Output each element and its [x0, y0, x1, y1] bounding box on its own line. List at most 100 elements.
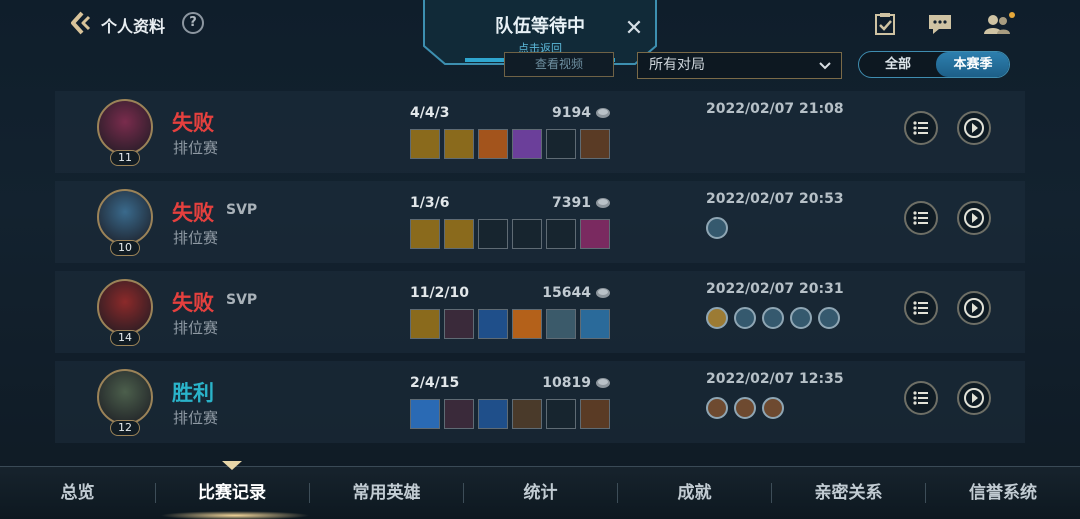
- list-icon: [913, 121, 928, 135]
- achievement-badge-icon[interactable]: [734, 307, 756, 329]
- item-slot[interactable]: [580, 219, 610, 249]
- tab-common-heroes[interactable]: 常用英雄: [310, 467, 463, 519]
- tab-match-history[interactable]: 比赛记录: [156, 467, 308, 519]
- achievement-badge-icon[interactable]: [706, 217, 728, 239]
- item-slot[interactable]: [444, 309, 474, 339]
- hero-avatar[interactable]: [97, 369, 153, 425]
- item-slot[interactable]: [410, 309, 440, 339]
- match-row[interactable]: 14 失败 SVP 排位赛 11/2/10 15644 2022/02/07 2…: [55, 271, 1025, 353]
- match-row[interactable]: 10 失败 SVP 排位赛 1/3/6 7391 2022/02/07 20:5…: [55, 181, 1025, 263]
- item-slot[interactable]: [478, 219, 508, 249]
- list-icon: [913, 301, 928, 315]
- tab-reputation[interactable]: 信誉系统: [926, 467, 1080, 519]
- kda: 2/4/15: [410, 375, 460, 391]
- item-slot[interactable]: [546, 399, 576, 429]
- tab-achievements[interactable]: 成就: [618, 467, 771, 519]
- item-slot[interactable]: [478, 129, 508, 159]
- achievement-badge-icon[interactable]: [762, 397, 784, 419]
- match-datetime: 2022/02/07 12:35: [706, 371, 844, 387]
- item-slot[interactable]: [444, 219, 474, 249]
- tab-all[interactable]: 全部: [859, 52, 937, 77]
- item-slot[interactable]: [580, 129, 610, 159]
- gold-amount: 7391: [552, 195, 591, 211]
- chevron-down-icon: [819, 62, 831, 70]
- item-slot[interactable]: [546, 309, 576, 339]
- close-icon[interactable]: ✕: [623, 18, 645, 40]
- match-datetime: 2022/02/07 20:31: [706, 281, 844, 297]
- hero-level: 10: [110, 240, 140, 256]
- replay-icon: [964, 388, 984, 408]
- details-button[interactable]: [904, 291, 938, 325]
- gold-coin-icon: [596, 378, 610, 388]
- match-row[interactable]: 12 胜利 排位赛 2/4/15 10819 2022/02/07 12:35: [55, 361, 1025, 443]
- match-result: 胜利: [172, 381, 214, 405]
- hero-level: 12: [110, 420, 140, 436]
- item-slot[interactable]: [478, 309, 508, 339]
- item-slot[interactable]: [512, 399, 542, 429]
- list-icon: [913, 211, 928, 225]
- item-slot[interactable]: [444, 399, 474, 429]
- match-row[interactable]: 11 失败 排位赛 4/4/3 9194 2022/02/07 21:08: [55, 91, 1025, 173]
- item-slot[interactable]: [512, 309, 542, 339]
- item-slot[interactable]: [580, 309, 610, 339]
- match-mode: 排位赛: [173, 409, 219, 427]
- item-slot[interactable]: [410, 129, 440, 159]
- item-slot[interactable]: [478, 399, 508, 429]
- kda: 1/3/6: [410, 195, 450, 211]
- replay-button[interactable]: [957, 201, 991, 235]
- match-datetime: 2022/02/07 21:08: [706, 101, 844, 117]
- dropdown-value: 所有对局: [649, 57, 705, 73]
- replay-button[interactable]: [957, 381, 991, 415]
- friends-icon[interactable]: [982, 12, 1016, 36]
- item-slot[interactable]: [546, 219, 576, 249]
- hero-avatar[interactable]: [97, 99, 153, 155]
- list-icon: [913, 391, 928, 405]
- match-result: 失败: [172, 201, 214, 225]
- item-slot[interactable]: [444, 129, 474, 159]
- season-toggle[interactable]: 全部 本赛季: [858, 51, 1010, 78]
- hero-level: 11: [110, 150, 140, 166]
- achievement-badge-icon[interactable]: [706, 397, 728, 419]
- back-icon[interactable]: [68, 10, 94, 36]
- replay-icon: [964, 298, 984, 318]
- match-result: 失败: [172, 291, 214, 315]
- help-icon[interactable]: ?: [182, 12, 204, 34]
- details-button[interactable]: [904, 201, 938, 235]
- hero-avatar[interactable]: [97, 279, 153, 335]
- achievement-badge-icon[interactable]: [762, 307, 784, 329]
- details-button[interactable]: [904, 111, 938, 145]
- replay-button[interactable]: [957, 111, 991, 145]
- hero-avatar[interactable]: [97, 189, 153, 245]
- item-slot[interactable]: [410, 219, 440, 249]
- match-type-dropdown[interactable]: 所有对局: [637, 52, 842, 79]
- video-filter-button[interactable]: 查看视频: [504, 52, 614, 77]
- gold-amount: 9194: [552, 105, 591, 121]
- chat-icon[interactable]: [927, 12, 953, 36]
- achievement-badge-icon[interactable]: [818, 307, 840, 329]
- page-title: 个人资料: [101, 17, 166, 36]
- kda: 4/4/3: [410, 105, 450, 121]
- gold-amount: 15644: [542, 285, 591, 301]
- item-slot[interactable]: [546, 129, 576, 159]
- details-button[interactable]: [904, 381, 938, 415]
- achievement-badge-icon[interactable]: [790, 307, 812, 329]
- gold-amount: 10819: [542, 375, 591, 391]
- tab-season[interactable]: 本赛季: [936, 52, 1009, 77]
- item-slot[interactable]: [512, 219, 542, 249]
- item-slot[interactable]: [580, 399, 610, 429]
- gold-coin-icon: [596, 198, 610, 208]
- tab-relationships[interactable]: 亲密关系: [772, 467, 925, 519]
- hero-level: 14: [110, 330, 140, 346]
- match-mode: 排位赛: [173, 229, 219, 247]
- checklist-icon[interactable]: [872, 12, 898, 36]
- tab-statistics[interactable]: 统计: [464, 467, 617, 519]
- replay-button[interactable]: [957, 291, 991, 325]
- achievement-badge-icon[interactable]: [734, 397, 756, 419]
- gold-coin-icon: [596, 288, 610, 298]
- item-slot[interactable]: [512, 129, 542, 159]
- match-mode: 排位赛: [173, 139, 219, 157]
- achievement-badge-icon[interactable]: [706, 307, 728, 329]
- item-slot[interactable]: [410, 399, 440, 429]
- gold-coin-icon: [596, 108, 610, 118]
- tab-overview[interactable]: 总览: [0, 467, 155, 519]
